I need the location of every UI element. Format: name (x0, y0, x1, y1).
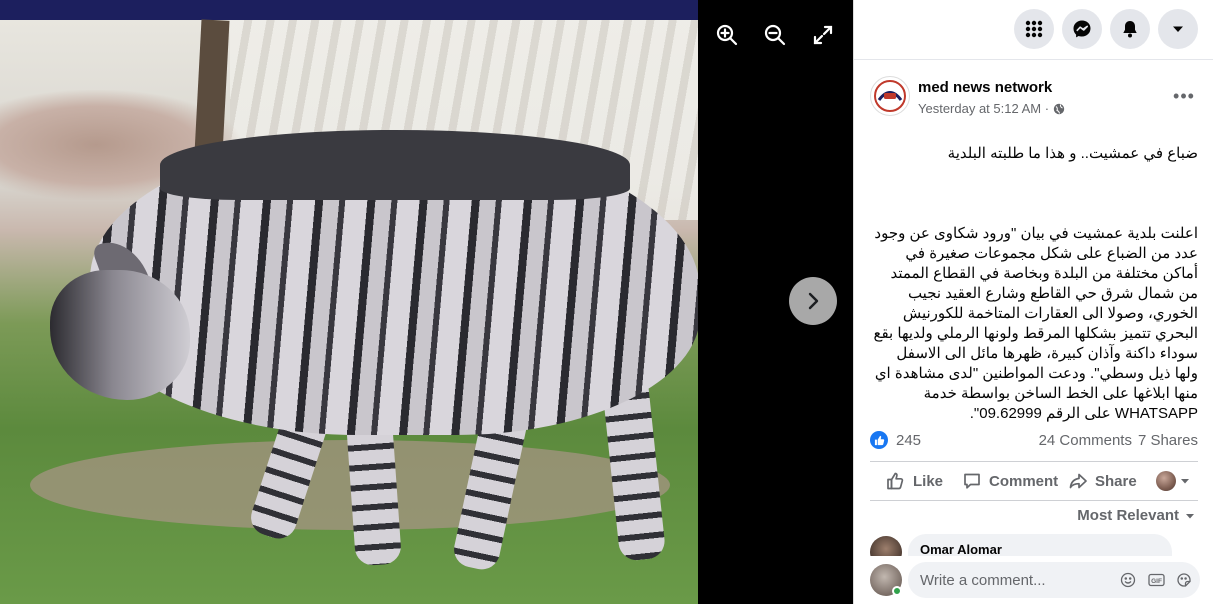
composer-tools: GIF (1118, 570, 1194, 590)
zoom-out-icon[interactable] (762, 22, 788, 48)
share-label: Share (1095, 472, 1137, 490)
post-body-text: اعلنت بلدية عمشيت في بيان "ورود شكاوى عن… (873, 225, 1198, 422)
hyena-mane (160, 130, 630, 200)
like-button[interactable]: Like (886, 471, 943, 491)
comment-label: Comment (989, 472, 1059, 490)
caret-down-icon (1181, 479, 1189, 484)
sort-label: Most Relevant (1077, 507, 1179, 524)
comment-composer: GIF (870, 562, 1200, 598)
like-reaction-icon[interactable] (870, 431, 888, 449)
page-avatar[interactable] (870, 76, 910, 116)
post-headline: ضباع في عمشيت.. و هذا ما طلبته البلدية (947, 145, 1198, 162)
globe-icon (1053, 103, 1065, 114)
commenter-name[interactable]: Omar Alomar (920, 542, 1002, 556)
commenter-avatar[interactable] (870, 536, 902, 556)
comment-icon (964, 473, 980, 489)
comment-sort-dropdown[interactable]: Most Relevant (1077, 507, 1195, 524)
comment-bubble: Omar Alomar (908, 534, 1172, 556)
caret-down-icon (1186, 513, 1194, 518)
messenger-button[interactable] (1062, 9, 1102, 49)
author-name[interactable]: med news network (918, 79, 1052, 96)
next-photo-button[interactable] (789, 277, 837, 325)
share-button[interactable]: Share (1068, 471, 1137, 491)
top-navigation (854, 0, 1213, 60)
react-as-selector[interactable] (1156, 471, 1190, 491)
comments-count[interactable]: 24 Comments (1039, 432, 1132, 449)
page-logo-icon (874, 80, 906, 112)
grid-menu-icon (1025, 20, 1043, 38)
emoji-icon[interactable] (1118, 570, 1138, 590)
post-header: med news network Yesterday at 5:12 AM · … (870, 76, 1200, 120)
timestamp-text[interactable]: Yesterday at 5:12 AM · (918, 101, 1049, 116)
post-options-button[interactable]: ••• (1168, 84, 1200, 108)
sticker-icon[interactable] (1174, 570, 1194, 590)
caret-down-icon (1173, 26, 1183, 32)
comment-button[interactable]: Comment (962, 471, 1058, 491)
svg-text:GIF: GIF (1151, 578, 1162, 585)
notifications-button[interactable] (1110, 9, 1150, 49)
avatar (1156, 471, 1176, 491)
thumbs-up-icon (887, 472, 904, 490)
shares-count[interactable]: 7 Shares (1138, 432, 1198, 449)
like-label: Like (913, 472, 944, 490)
chevron-right-icon (808, 292, 819, 310)
comment-item: Omar Alomar (870, 534, 1200, 556)
menu-button[interactable] (1014, 9, 1054, 49)
post-panel: med news network Yesterday at 5:12 AM · … (853, 0, 1213, 604)
photo-viewer: med news network Yesterday at 5:12 AM · … (0, 0, 1213, 604)
post-actions: Like Comment Share (870, 461, 1198, 501)
media-pane (0, 0, 853, 604)
online-status-dot (892, 586, 902, 596)
post-message: ضباع في عمشيت.. و هذا ما طلبته البلدية ا… (870, 124, 1198, 444)
photo-top-band (0, 0, 698, 20)
gif-icon[interactable]: GIF (1146, 570, 1166, 590)
bell-icon (1123, 21, 1137, 38)
post-timestamp[interactable]: Yesterday at 5:12 AM · (918, 101, 1065, 116)
post-photo[interactable] (0, 0, 698, 604)
reactions-summary: 245 24 Comments 7 Shares (870, 428, 1198, 452)
account-button[interactable] (1158, 9, 1198, 49)
reaction-count[interactable]: 245 (896, 432, 921, 449)
share-icon (1069, 473, 1087, 489)
fullscreen-icon[interactable] (810, 22, 836, 48)
zoom-in-icon[interactable] (714, 22, 740, 48)
messenger-icon (1073, 20, 1091, 38)
